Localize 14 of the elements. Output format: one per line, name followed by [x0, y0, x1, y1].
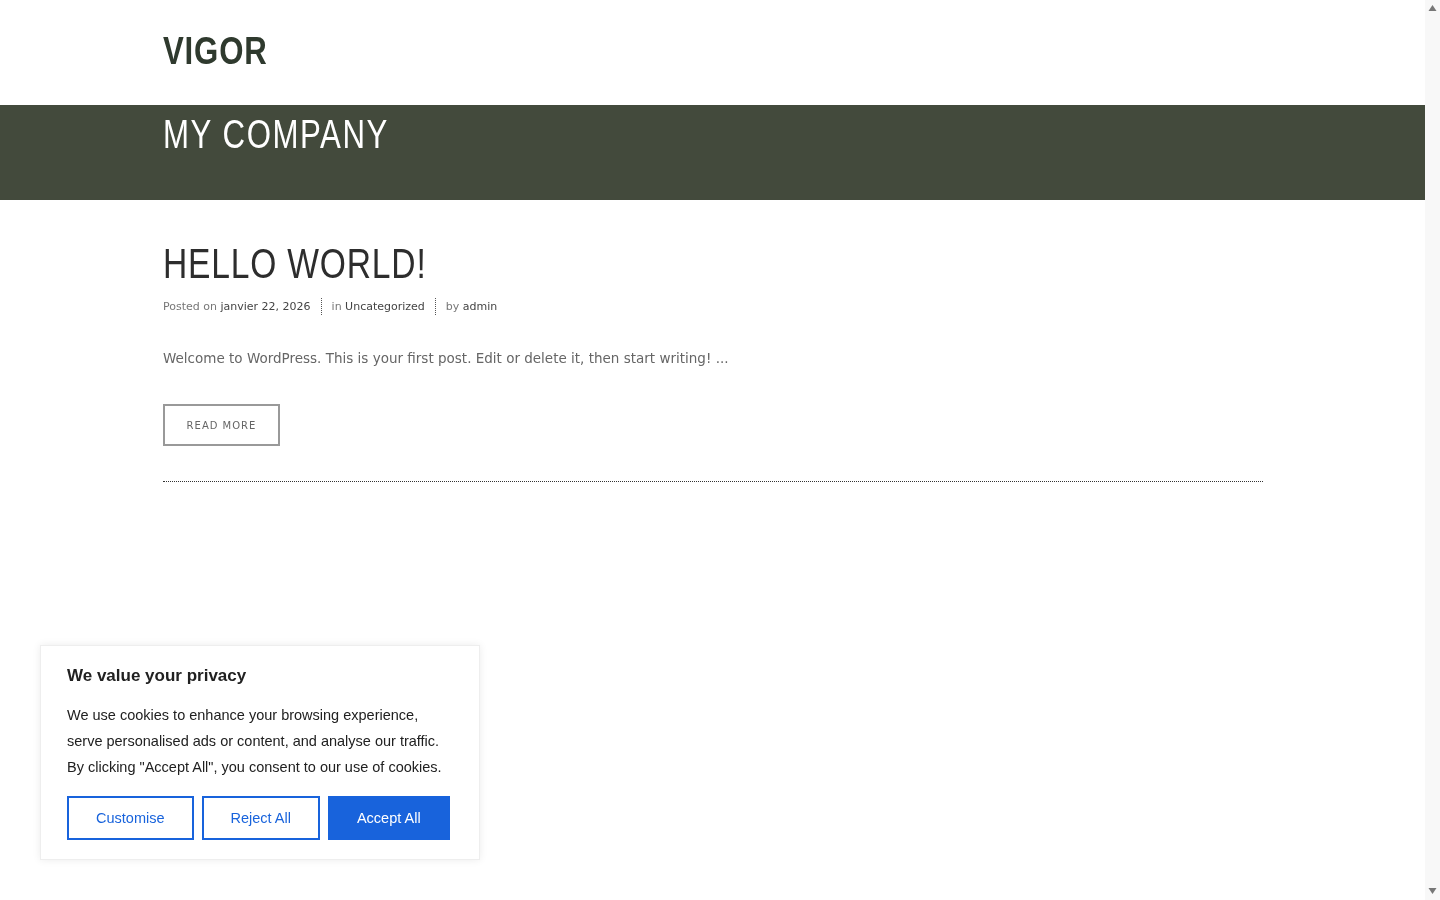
site-logo[interactable]: VIGOR	[163, 30, 268, 73]
accept-button[interactable]: Accept All	[327, 796, 450, 840]
post-meta: by admin	[434, 298, 508, 315]
cookie-button[interactable]: Customise	[67, 796, 194, 840]
banner-text: We use cookies to enhance your browsing experience, serve personalised ads or content, and analyse our traffic. By clicking "Accept All", you consent to our use of cookies.	[67, 706, 443, 777]
banner-title: We value your privacy	[67, 666, 248, 686]
read-more-button[interactable]: READ MORE	[163, 404, 280, 446]
page-title: MY COMPANY	[163, 112, 389, 157]
scrollbar[interactable]	[1425, 0, 1440, 900]
post-title[interactable]: HELLO WORLD!	[163, 240, 427, 288]
post-meta: Posted on janvier 22, 2026	[163, 299, 312, 315]
cookie-button[interactable]: Reject All	[201, 796, 320, 840]
post-excerpt: Welcome to WordPress. This is your first post. Edit or delete it, then start writing! ...	[163, 350, 730, 366]
post-meta: in Uncategorized	[320, 298, 435, 315]
